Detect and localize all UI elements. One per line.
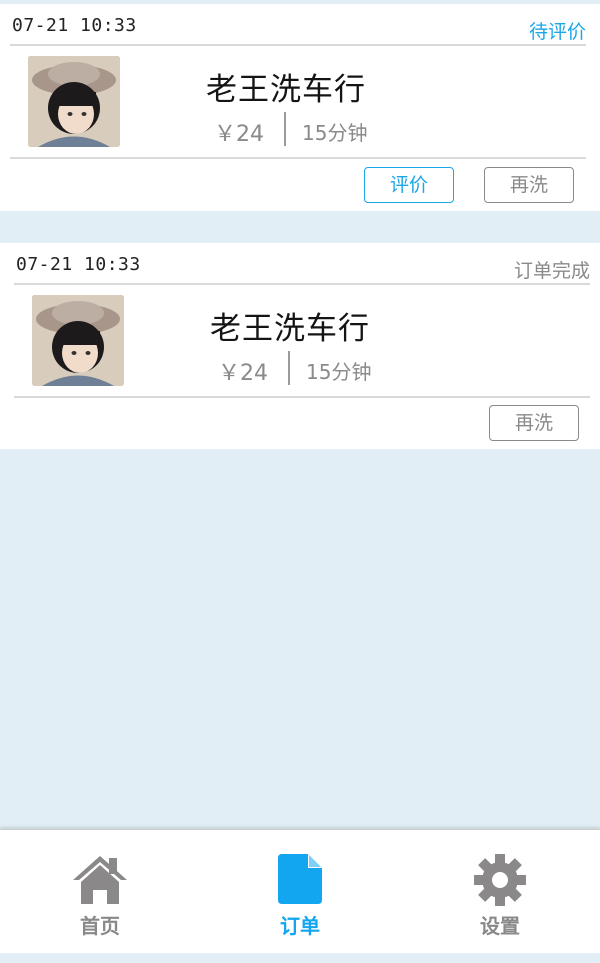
shop-name: 老王洗车行 bbox=[210, 311, 370, 347]
order-time: 07-21 10:33 bbox=[16, 254, 141, 275]
order-card-header: 07-21 10:33 订单完成 bbox=[14, 243, 590, 285]
order-card-body[interactable]: 老王洗车行 ￥24 15分钟 bbox=[14, 285, 590, 398]
order-card[interactable]: 07-21 10:33 订单完成 老王洗车行 ￥24 15分钟 再洗 bbox=[0, 243, 600, 449]
meta-divider bbox=[284, 112, 286, 146]
order-card-body[interactable]: 老王洗车行 ￥24 15分钟 bbox=[10, 46, 586, 159]
tab-home-label: 首页 bbox=[80, 914, 120, 938]
child-photo-icon bbox=[32, 295, 124, 386]
tab-orders-label: 订单 bbox=[280, 914, 320, 938]
order-price: ￥24 bbox=[218, 361, 268, 386]
shop-name: 老王洗车行 bbox=[206, 72, 366, 108]
meta-divider bbox=[288, 351, 290, 385]
rate-button[interactable]: 评价 bbox=[364, 167, 454, 203]
order-price: ￥24 bbox=[214, 122, 264, 147]
wash-duration: 15分钟 bbox=[302, 121, 368, 145]
order-status-completed: 订单完成 bbox=[513, 260, 590, 282]
bottom-tab-bar: 首页 订单 设置 bbox=[0, 829, 600, 953]
shop-avatar bbox=[32, 295, 124, 386]
order-status-pending-review: 待评价 bbox=[528, 21, 586, 43]
order-card-header: 07-21 10:33 待评价 bbox=[10, 4, 586, 46]
tab-home[interactable]: 首页 bbox=[0, 830, 200, 954]
orders-screen: 07-21 10:33 待评价 老王洗车行 ￥24 15分钟 评价 再洗 07-… bbox=[0, 0, 600, 963]
tab-orders[interactable]: 订单 bbox=[200, 830, 400, 954]
tab-settings-label: 设置 bbox=[480, 914, 520, 938]
rewash-button[interactable]: 再洗 bbox=[489, 405, 579, 441]
gear-icon bbox=[474, 854, 526, 910]
bottom-edge bbox=[0, 953, 600, 963]
rewash-button[interactable]: 再洗 bbox=[484, 167, 574, 203]
wash-duration: 15分钟 bbox=[306, 360, 372, 384]
home-icon bbox=[71, 854, 129, 908]
document-icon bbox=[278, 854, 322, 908]
order-card[interactable]: 07-21 10:33 待评价 老王洗车行 ￥24 15分钟 评价 再洗 bbox=[0, 4, 600, 211]
child-photo-icon bbox=[28, 56, 120, 147]
order-time: 07-21 10:33 bbox=[12, 15, 137, 36]
shop-avatar bbox=[28, 56, 120, 147]
tab-settings[interactable]: 设置 bbox=[400, 830, 600, 954]
